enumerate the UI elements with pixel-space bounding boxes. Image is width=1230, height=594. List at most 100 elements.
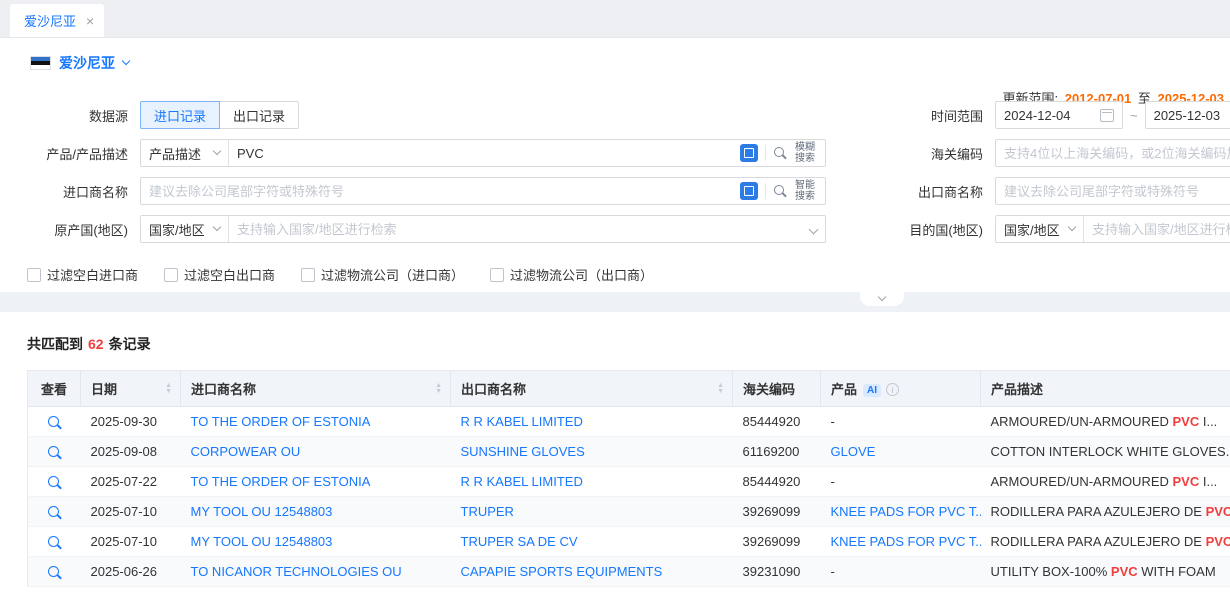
info-icon[interactable]: i [886,383,899,396]
close-icon[interactable]: × [86,14,94,28]
origin-input[interactable] [229,216,810,242]
cell-date: 2025-09-30 [81,407,181,437]
cell-exporter[interactable]: R R KABEL LIMITED [451,467,733,497]
cell-importer[interactable]: MY TOOL OU 12548803 [181,497,451,527]
divider [765,183,766,199]
tab-label: 爱沙尼亚 [24,11,76,30]
import-records-toggle[interactable]: 进口记录 [140,101,220,129]
table-row: 2025-09-30 TO THE ORDER OF ESTONIA R R K… [28,407,1230,437]
cell-description: ARMOURED/UN-ARMOURED PVC I... [981,407,1230,437]
row-data-source: 数据源 进口记录 出口记录 时间范围 2024-12-04 ~ 2025-12-… [0,101,1230,129]
view-record-icon[interactable] [47,475,62,490]
image-search-icon[interactable] [740,182,758,200]
cell-description: UTILITY BOX-100% PVC WITH FOAM [981,557,1230,587]
view-record-icon[interactable] [47,445,62,460]
col-view: 查看 [28,371,81,407]
cell-exporter[interactable]: SUNSHINE GLOVES [451,437,733,467]
fuzzy-search-label[interactable]: 模糊搜索 [795,142,817,164]
cell-exporter[interactable]: R R KABEL LIMITED [451,407,733,437]
filter-logistics-exporter-checkbox[interactable]: 过滤物流公司（出口商） [490,265,653,284]
cell-exporter[interactable]: TRUPER SA DE CV [451,527,733,557]
origin-type-select[interactable]: 国家/地区 [141,216,229,242]
time-range-group: 时间范围 2024-12-04 ~ 2025-12-03 [870,101,1230,129]
date-to-input[interactable]: 2025-12-03 [1145,101,1230,129]
sort-icon[interactable]: ▲▼ [435,383,442,395]
image-search-icon[interactable] [740,144,758,162]
cell-hs-code: 61169200 [733,437,821,467]
filter-logistics-importer-checkbox[interactable]: 过滤物流公司（进口商） [301,265,464,284]
cell-hs-code: 85444920 [733,407,821,437]
filter-checkboxes: 过滤空白进口商 过滤空白出口商 过滤物流公司（进口商） 过滤物流公司（出口商） [27,265,653,284]
sort-icon[interactable]: ▲▼ [717,383,724,395]
cell-importer[interactable]: MY TOOL OU 12548803 [181,527,451,557]
filter-empty-importer-checkbox[interactable]: 过滤空白进口商 [27,265,138,284]
cell-importer[interactable]: CORPOWEAR OU [181,437,451,467]
cell-exporter[interactable]: TRUPER [451,497,733,527]
product-input[interactable] [229,140,732,166]
checkbox-icon [164,268,178,282]
cell-description: RODILLERA PARA AZULEJERO DE PVC [981,527,1230,557]
destination-label: 目的国(地区) [870,220,995,239]
date-from-input[interactable]: 2024-12-04 [995,101,1123,129]
chevron-down-icon [213,223,221,231]
cell-hs-code: 85444920 [733,467,821,497]
view-record-icon[interactable] [47,535,62,550]
export-records-toggle[interactable]: 出口记录 [219,101,299,129]
filter-empty-exporter-checkbox[interactable]: 过滤空白出口商 [164,265,275,284]
destination-input[interactable] [1084,216,1230,242]
country-name: 爱沙尼亚 [59,53,115,73]
fuzzy-search-icon[interactable] [773,146,788,161]
cell-importer[interactable]: TO NICANOR TECHNOLOGIES OU [181,557,451,587]
col-date[interactable]: 日期▲▼ [81,371,181,407]
cell-importer[interactable]: TO THE ORDER OF ESTONIA [181,467,451,497]
col-description: 产品描述 [981,371,1230,407]
results-count: 62 [88,336,104,352]
tab-estonia[interactable]: 爱沙尼亚 × [10,4,104,37]
summary-suffix: 条记录 [109,336,151,352]
cell-product[interactable]: GLOVE [821,437,981,467]
ai-badge: AI [863,384,881,397]
cell-product: - [821,467,981,497]
date-from-value: 2024-12-04 [1004,108,1071,123]
filter-panel: 爱沙尼亚 更新范围: 2012-07-01 至 2025-12-03 数据源 进… [0,38,1230,292]
checkbox-icon [27,268,41,282]
checkbox-icon [301,268,315,282]
destination-type-select[interactable]: 国家/地区 [996,216,1084,242]
importer-input-group: 智能搜索 [140,177,826,205]
checkbox-label: 过滤物流公司（出口商） [510,265,653,284]
cell-importer[interactable]: TO THE ORDER OF ESTONIA [181,407,451,437]
product-type-select[interactable]: 产品描述 [141,140,229,166]
cell-product: - [821,557,981,587]
sort-icon[interactable]: ▲▼ [165,383,172,395]
table-row: 2025-06-26 TO NICANOR TECHNOLOGIES OU CA… [28,557,1230,587]
chevron-down-icon [878,293,886,301]
cell-product[interactable]: KNEE PADS FOR PVC T... [821,497,981,527]
hs-code-input[interactable] [995,139,1230,167]
results-table: 查看 日期▲▼ 进口商名称▲▼ 出口商名称▲▼ 海关编码 产品AIi 产品描述 … [27,370,1230,587]
col-importer[interactable]: 进口商名称▲▼ [181,371,451,407]
smart-search-label[interactable]: 智能搜索 [795,180,817,202]
country-selector[interactable]: 爱沙尼亚 [30,53,129,73]
view-record-icon[interactable] [47,565,62,580]
cell-exporter[interactable]: CAPAPIE SPORTS EQUIPMENTS [451,557,733,587]
row-origin: 原产国(地区) 国家/地区 目的国(地区) 国家/地区 [0,215,1230,243]
view-record-icon[interactable] [47,505,62,520]
exporter-input[interactable] [995,177,1230,205]
filter-form: 数据源 进口记录 出口记录 时间范围 2024-12-04 ~ 2025-12-… [0,101,1230,253]
cell-description: ARMOURED/UN-ARMOURED PVC I... [981,467,1230,497]
chevron-down-icon [213,147,221,155]
col-exporter[interactable]: 出口商名称▲▼ [451,371,733,407]
smart-search-icon[interactable] [773,184,788,199]
cell-description: COTTON INTERLOCK WHITE GLOVES... [981,437,1230,467]
cell-date: 2025-07-22 [81,467,181,497]
importer-input[interactable] [141,178,732,204]
cell-product[interactable]: KNEE PADS FOR PVC T... [821,527,981,557]
view-record-icon[interactable] [47,415,62,430]
origin-input-group: 国家/地区 [140,215,826,243]
hs-code-group: 海关编码 [870,139,1230,167]
tab-bar: 爱沙尼亚 × [0,0,1230,38]
hs-code-label: 海关编码 [870,144,995,163]
checkbox-label: 过滤空白出口商 [184,265,275,284]
collapse-filters-button[interactable] [860,292,904,306]
row-importer: 进口商名称 智能搜索 出口商名称 [0,177,1230,205]
